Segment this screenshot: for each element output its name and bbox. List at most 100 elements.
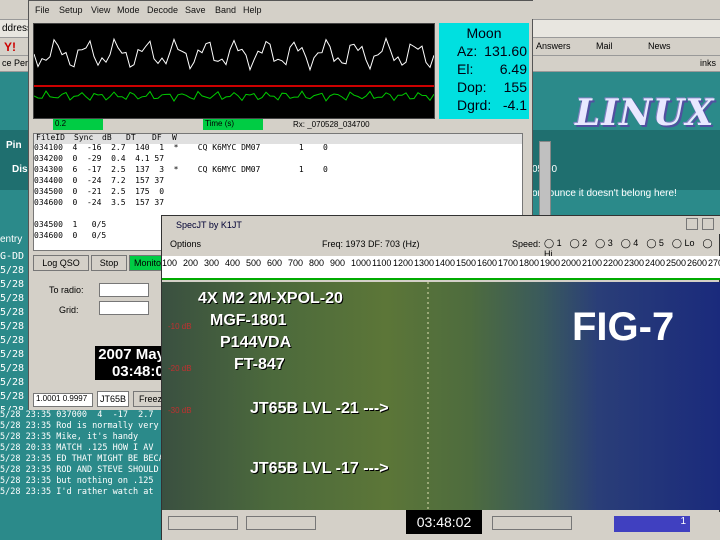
speed-option[interactable]: ◯ Lo xyxy=(672,238,695,248)
to-radio-field[interactable] xyxy=(99,283,149,297)
links-label[interactable]: inks xyxy=(700,58,716,68)
annotation-station: 4X M2 2M-XPOL-20 xyxy=(198,290,343,307)
ruler-tick: 2400 xyxy=(645,258,666,268)
speed-option[interactable]: ◯ 4 xyxy=(621,238,639,248)
ruler-tick: 1700 xyxy=(498,258,519,268)
tx-log-line: 5/28 23:35 037000 4 -17 2.7 xyxy=(0,410,154,420)
rx-file: Rx: _070528_034700 xyxy=(293,120,370,129)
speed-option[interactable]: ◯ 3 xyxy=(595,238,613,248)
signal-graph xyxy=(33,23,435,119)
ruler-tick: 2600 xyxy=(687,258,708,268)
ruler-tick: 1100 xyxy=(372,258,392,268)
page-marker: 1 xyxy=(614,516,690,532)
specjt-window: SpecJT by K1JT Options Freq: 1973 DF: 70… xyxy=(161,215,720,540)
db-label-2: -20 dB xyxy=(168,364,192,373)
tx-log-line: 5/28 23:35 ED THAT MIGHT BE BECA xyxy=(0,454,164,464)
speed-option[interactable]: ◯ 2 xyxy=(570,238,588,248)
moon-az-value: 131.60 xyxy=(484,43,527,59)
speed-option[interactable]: ◯ 1 xyxy=(544,238,562,248)
options-menu[interactable]: Options xyxy=(170,239,201,249)
status-left: 0.2 xyxy=(53,119,103,130)
tx-log-line: 5/28 23:35 but nothing on .125 xyxy=(0,476,154,486)
grid-label: Grid: xyxy=(59,305,79,315)
ruler-tick: 200 xyxy=(183,258,199,268)
menu-file[interactable]: File xyxy=(35,5,50,15)
menu-setup[interactable]: Setup xyxy=(59,5,83,15)
ruler-tick: 1300 xyxy=(414,258,435,268)
decode-row[interactable]: 034600 0 -24 3.5 157 37 xyxy=(34,198,522,210)
ruler-tick: 400 xyxy=(225,258,241,268)
signal-trace xyxy=(33,36,435,72)
ruler-tick: 1000 xyxy=(351,258,372,268)
status-cell-1 xyxy=(168,516,238,530)
moon-el-value: 6.49 xyxy=(499,61,527,77)
moon-dop-value: 155 xyxy=(503,79,527,95)
minimize-button[interactable] xyxy=(686,218,698,230)
yahoo-icon[interactable]: Y! xyxy=(4,40,16,54)
nav-item-pin[interactable]: Pin xyxy=(6,140,22,151)
annotation-preamp: MGF-1801 xyxy=(210,312,287,329)
ruler-tick: 2300 xyxy=(624,258,645,268)
moon-title: Moon xyxy=(466,25,502,41)
nav-item-dis[interactable]: Dis xyxy=(12,164,28,175)
ruler-tick: 1900 xyxy=(540,258,561,268)
ruler-tick: 500 xyxy=(246,258,262,268)
tx-log-line: 5/28 20:33 MATCH .125 HOW I AV xyxy=(0,443,154,453)
menu-view[interactable]: View xyxy=(91,5,110,15)
mail-link[interactable]: Mail xyxy=(596,41,613,51)
db-label-1: -10 dB xyxy=(168,322,192,331)
grid-field[interactable] xyxy=(99,301,149,315)
ruler-tick: 2200 xyxy=(603,258,624,268)
tx-log-line: 5/28 23:35 I'd rather watch at xyxy=(0,487,154,497)
page-note: onbounce it doesn't belong here! xyxy=(532,188,677,199)
log-qso-button[interactable]: Log QSO xyxy=(33,255,89,271)
ruler-tick: 900 xyxy=(330,258,346,268)
annotation-amp: P144VDA xyxy=(220,334,292,351)
menu-mode[interactable]: Mode xyxy=(117,5,140,15)
wsjt-menu-bar: File Setup View Mode Decode Save Band He… xyxy=(29,1,534,19)
ruler-tick: 1200 xyxy=(393,258,414,268)
ruler-tick: 1800 xyxy=(519,258,540,268)
ruler-tick: 2100 xyxy=(582,258,603,268)
ruler-tick: 1600 xyxy=(477,258,498,268)
stop-button[interactable]: Stop xyxy=(91,255,127,271)
time-label: Time (s) xyxy=(203,119,263,130)
ruler-tick: 1400 xyxy=(435,258,456,268)
menu-save[interactable]: Save xyxy=(185,5,206,15)
moon-dgrd-value: -4.1 xyxy=(502,97,527,113)
ruler-tick: 800 xyxy=(309,258,325,268)
green-trace xyxy=(33,90,435,102)
ruler-tick: 1500 xyxy=(456,258,477,268)
speed-option[interactable]: ◯ 5 xyxy=(646,238,664,248)
close-button[interactable] xyxy=(702,218,714,230)
to-radio-label: To radio: xyxy=(49,285,84,295)
ruler-tick: 2000 xyxy=(561,258,582,268)
db-label-3: -30 dB xyxy=(168,406,192,415)
mode-button[interactable]: JT65B xyxy=(97,391,129,407)
specjt-title: SpecJT by K1JT xyxy=(176,220,242,230)
annotation-level-17: JT65B LVL -17 ---> xyxy=(250,460,389,477)
status-row: 0.2 Time (s) Rx: _070528_034700 xyxy=(33,119,528,132)
ruler-tick: 2700 xyxy=(708,258,720,268)
annotation-level-21: JT65B LVL -21 ---> xyxy=(250,400,389,417)
menu-band[interactable]: Band xyxy=(215,5,236,15)
menu-decode[interactable]: Decode xyxy=(147,5,178,15)
ruler-tick: 2500 xyxy=(666,258,687,268)
news-link[interactable]: News xyxy=(648,41,671,51)
ruler-tick: 600 xyxy=(267,258,283,268)
tx-log-line: 5/28 23:35 Mike, it's handy xyxy=(0,432,139,442)
freq-readout: 1.0001 0.9997 xyxy=(33,393,93,407)
menu-help[interactable]: Help xyxy=(243,5,262,15)
status-cell-3 xyxy=(492,516,572,530)
freq-readout-spec: Freq: 1973 DF: 703 (Hz) xyxy=(322,239,420,249)
speed-label: Speed: xyxy=(512,239,541,249)
frequency-ruler: 100 200 300 400 500 600 700 800 900 1000 1100 1200 1… xyxy=(162,256,720,280)
answers-link[interactable]: Answers xyxy=(536,41,571,51)
ruler-tick: 300 xyxy=(204,258,220,268)
ruler-tick: 700 xyxy=(288,258,304,268)
tx-log-line: 5/28 23:35 ROD AND STEVE SHOULD xyxy=(0,465,159,475)
moon-panel: Moon Az: 131.60 El: 6.49 Dop: 155 Dgrd: -4.1 xyxy=(439,23,529,119)
annotation-radio: FT-847 xyxy=(234,356,285,373)
signal-plot xyxy=(33,36,435,102)
figure-label: FIG-7 xyxy=(572,305,675,349)
